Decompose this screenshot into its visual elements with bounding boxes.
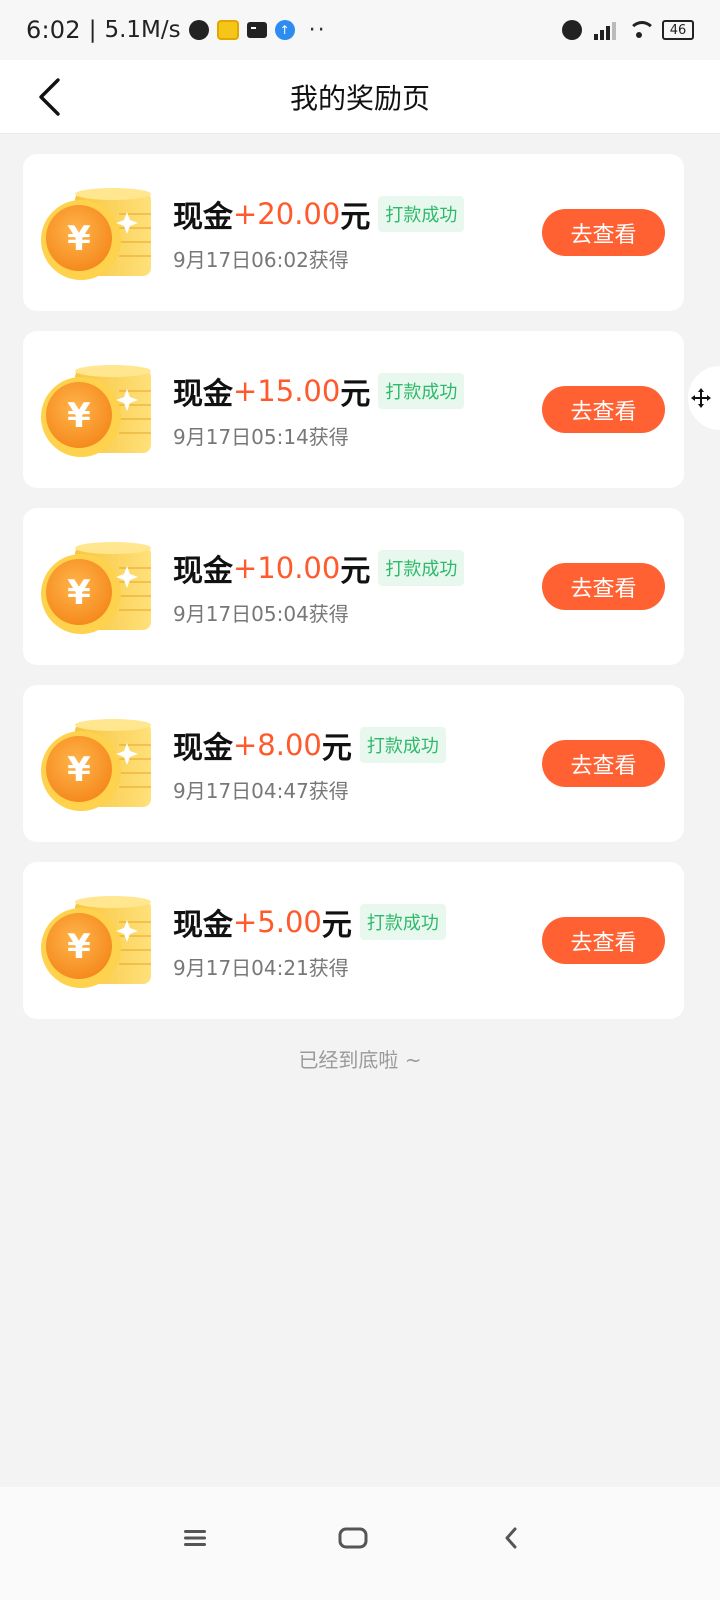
svg-text:¥: ¥ [67,927,91,967]
reward-amount: +15.00 [233,374,341,408]
reward-date: 9月17日05:04获得 [173,602,349,626]
status-badge: 打款成功 [359,904,446,940]
reward-info: 现金 +20.00 元 打款成功 9月17日06:02获得 [173,194,465,273]
page-header: 我的奖励页 [0,60,720,134]
reward-card: ¥ 现金 +20.00 元 打款成功 9月17日06:02获得 去查看 [23,154,684,311]
reward-amount-line: 现金 +5.00 元 打款成功 [173,902,446,943]
status-time: 6:02 [26,16,81,44]
coin-stack-icon: ¥ [41,365,151,457]
reward-unit: 元 [321,908,352,943]
reward-card: ¥ 现金 +5.00 元 打款成功 9月17日04:21获得 去查看 [23,862,684,1019]
reward-amount: +10.00 [233,551,341,585]
terminal-icon [246,22,267,38]
upload-icon: ↑ [274,20,295,40]
status-badge: 打款成功 [378,196,465,232]
status-badge: 打款成功 [359,727,446,763]
reward-card: ¥ 现金 +15.00 元 打款成功 9月17日05:14获得 去查看 [23,331,684,488]
reward-card: ¥ 现金 +8.00 元 打款成功 9月17日04:47获得 去查看 [23,685,684,842]
reward-date: 9月17日04:47获得 [173,779,349,803]
reward-amount-line: 现金 +20.00 元 打款成功 [173,194,465,235]
nav-back-button[interactable] [486,1513,536,1563]
battery-icon: 46 [662,20,694,40]
reward-date: 9月17日05:14获得 [173,425,349,449]
svg-text:¥: ¥ [67,750,91,790]
floating-tool-button[interactable] [688,366,720,430]
list-end-text: 已经到底啦 ~ [298,1048,422,1072]
app-notification-icon [216,20,239,40]
reward-amount-line: 现金 +10.00 元 打款成功 [173,548,465,589]
reward-card: ¥ 现金 +10.00 元 打款成功 9月17日05:04获得 去查看 [23,508,684,665]
status-left: 6:02 | 5.1M/s ↑ ·· [26,16,327,44]
menu-button[interactable] [170,1513,220,1563]
reward-list: ¥ 现金 +20.00 元 打款成功 9月17日06:02获得 去查看 ¥ 现金… [23,154,684,1039]
reward-info: 现金 +15.00 元 打款成功 9月17日05:14获得 [173,371,465,450]
reward-type: 现金 [173,200,233,235]
status-right: 46 [562,20,694,40]
reward-unit: 元 [340,554,371,589]
reward-date: 9月17日04:21获得 [173,956,349,980]
menu-icon [184,1530,206,1546]
view-button[interactable]: 去查看 [542,209,665,256]
reward-info: 现金 +10.00 元 打款成功 9月17日05:04获得 [173,548,465,627]
more-notifications-icon: ·· [308,17,327,43]
reward-info: 现金 +8.00 元 打款成功 9月17日04:47获得 [173,725,446,804]
move-icon [691,388,711,408]
page-title: 我的奖励页 [289,82,430,115]
reward-unit: 元 [340,200,371,235]
coin-stack-icon: ¥ [41,542,151,634]
coin-stack-icon: ¥ [41,188,151,280]
reward-type: 现金 [173,908,233,943]
reward-unit: 元 [321,731,352,766]
reward-date: 9月17日06:02获得 [173,248,349,272]
reward-info: 现金 +5.00 元 打款成功 9月17日04:21获得 [173,902,446,981]
reward-type: 现金 [173,377,233,412]
alarm-icon [188,20,209,40]
data-saver-icon [562,20,582,40]
home-icon [338,1527,368,1549]
signal-icon [594,20,616,40]
system-nav-bar [0,1487,720,1600]
home-button[interactable] [328,1513,378,1563]
wifi-icon [628,21,656,39]
reward-amount: +20.00 [233,197,341,231]
status-badge: 打款成功 [378,373,465,409]
reward-amount-line: 现金 +8.00 元 打款成功 [173,725,446,766]
reward-amount: +8.00 [233,728,322,762]
reward-amount: +5.00 [233,905,322,939]
reward-type: 现金 [173,554,233,589]
view-button[interactable]: 去查看 [542,563,665,610]
svg-text:¥: ¥ [67,573,91,613]
network-speed: 5.1M/s [104,17,181,43]
status-bar: 6:02 | 5.1M/s ↑ ·· 46 [0,0,720,60]
reward-unit: 元 [340,377,371,412]
view-button[interactable]: 去查看 [542,917,665,964]
back-icon [505,1527,517,1549]
coin-stack-icon: ¥ [41,896,151,988]
status-separator: | [88,17,97,43]
view-button[interactable]: 去查看 [542,386,665,433]
view-button[interactable]: 去查看 [542,740,665,787]
svg-text:¥: ¥ [67,219,91,259]
reward-amount-line: 现金 +15.00 元 打款成功 [173,371,465,412]
coin-stack-icon: ¥ [41,719,151,811]
status-badge: 打款成功 [378,550,465,586]
reward-type: 现金 [173,731,233,766]
svg-text:¥: ¥ [67,396,91,436]
